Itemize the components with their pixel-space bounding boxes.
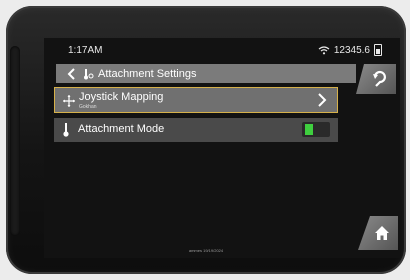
thermometer-icon bbox=[63, 123, 69, 137]
status-right: 12345.6 bbox=[318, 44, 382, 56]
joystick-mapping-label: Joystick Mapping bbox=[79, 91, 164, 103]
chevron-left-icon[interactable] bbox=[66, 67, 78, 80]
battery-icon bbox=[374, 44, 382, 56]
footer-text: ammes 19/19/2024 bbox=[188, 248, 224, 253]
header-bar: Attachment Settings bbox=[56, 64, 356, 83]
wifi-icon bbox=[318, 45, 330, 54]
screen: 1:17AM 12345.6 Attachment Settings Joyst… bbox=[44, 38, 400, 258]
attachment-icon bbox=[84, 68, 94, 79]
home-button[interactable] bbox=[358, 216, 398, 250]
undo-back-button[interactable] bbox=[356, 64, 396, 94]
joystick-mapping-row[interactable]: Joystick Mapping Gokhan bbox=[54, 87, 338, 113]
clock: 1:17AM bbox=[68, 45, 103, 56]
attachment-mode-toggle[interactable] bbox=[302, 122, 330, 137]
chevron-right-icon bbox=[318, 93, 327, 107]
tablet-device: 1:17AM 12345.6 Attachment Settings Joyst… bbox=[6, 6, 406, 274]
home-icon bbox=[375, 226, 389, 240]
attachment-mode-row: Attachment Mode bbox=[54, 118, 338, 142]
device-rim bbox=[10, 46, 20, 236]
attachment-mode-label: Attachment Mode bbox=[78, 123, 165, 135]
toggle-knob bbox=[305, 124, 313, 135]
joystick-mapping-sub: Gokhan bbox=[79, 104, 97, 110]
undo-back-icon bbox=[373, 70, 386, 87]
page-title: Attachment Settings bbox=[98, 67, 197, 80]
status-bar: 1:17AM 12345.6 bbox=[44, 38, 400, 60]
move-arrows-icon bbox=[63, 95, 75, 107]
hour-meter: 12345.6 bbox=[333, 44, 370, 56]
